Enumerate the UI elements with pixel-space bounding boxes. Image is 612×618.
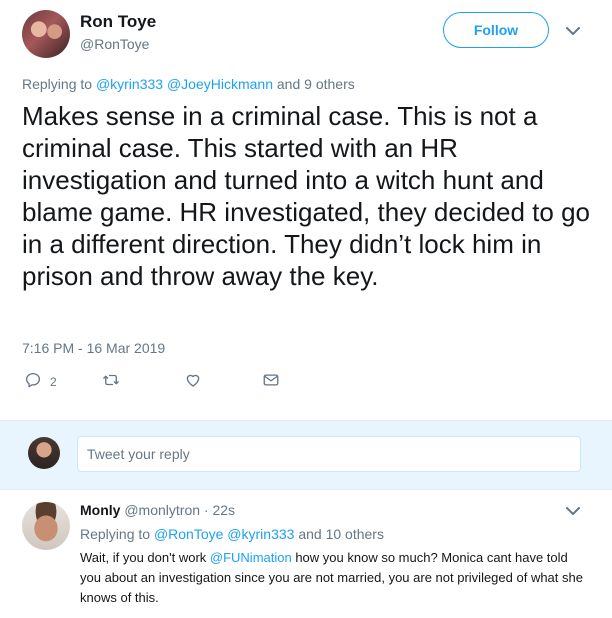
- replying-suffix[interactable]: and 9 others: [277, 76, 355, 92]
- reply-text-part1: Wait, if you don't work: [80, 550, 210, 565]
- reply-handle-time[interactable]: @monlytron · 22s: [124, 502, 235, 518]
- message-button[interactable]: [262, 372, 280, 392]
- reply-button[interactable]: 2: [24, 372, 57, 392]
- retweet-button[interactable]: [102, 372, 120, 392]
- chevron-down-icon[interactable]: [566, 24, 580, 38]
- reply-icon: [24, 371, 42, 394]
- author-name[interactable]: Ron Toye: [80, 12, 156, 32]
- reply-header: Monly @monlytron · 22s: [80, 502, 235, 518]
- author-avatar[interactable]: [22, 10, 70, 58]
- replying-prefix: Replying to: [22, 76, 93, 92]
- tweet-timestamp[interactable]: 7:16 PM - 16 Mar 2019: [22, 340, 165, 356]
- reply-author-avatar[interactable]: [22, 502, 70, 550]
- current-user-avatar[interactable]: [28, 437, 60, 469]
- like-button[interactable]: [184, 372, 202, 392]
- follow-button[interactable]: Follow: [443, 12, 549, 48]
- reply-text: Wait, if you don't work @FUNimation how …: [80, 548, 590, 608]
- retweet-icon: [102, 371, 120, 394]
- replying-to-line: Replying to @kyrin333 @JoeyHickmann and …: [22, 76, 355, 92]
- reply-count: 2: [50, 375, 57, 389]
- message-icon: [262, 371, 280, 394]
- like-icon: [184, 371, 202, 394]
- tweet-text: Makes sense in a criminal case. This is …: [22, 101, 591, 291]
- chevron-down-icon[interactable]: [566, 504, 580, 518]
- mention-link[interactable]: @RonToye: [154, 526, 223, 542]
- reply-replying-to-line: Replying to @RonToye @kyrin333 and 10 ot…: [80, 526, 384, 542]
- reply-author-name[interactable]: Monly: [80, 502, 120, 518]
- replying-prefix: Replying to: [80, 526, 151, 542]
- replying-suffix[interactable]: and 10 others: [298, 526, 384, 542]
- mention-link[interactable]: @JoeyHickmann: [167, 76, 273, 92]
- author-handle[interactable]: @RonToye: [80, 36, 149, 52]
- mention-link[interactable]: @kyrin333: [96, 76, 163, 92]
- tweet-actions: 2: [22, 372, 322, 392]
- mention-link[interactable]: @kyrin333: [227, 526, 294, 542]
- reply-input[interactable]: Tweet your reply: [77, 436, 581, 472]
- mention-link[interactable]: @FUNimation: [210, 550, 292, 565]
